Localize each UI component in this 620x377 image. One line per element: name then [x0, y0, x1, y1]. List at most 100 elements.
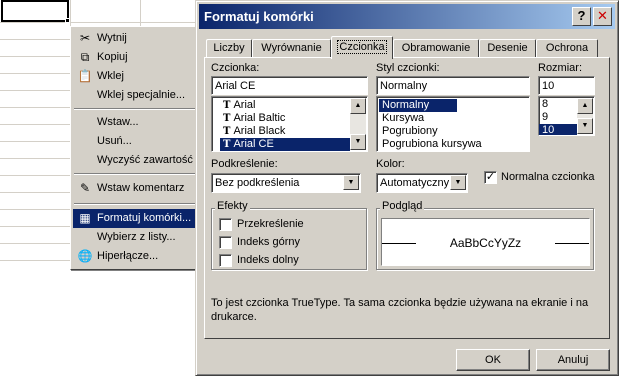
dialog-title: Formatuj komórki [204, 9, 314, 24]
list-item-selected[interactable]: Normalny [379, 99, 457, 112]
tab-label: Liczby [213, 42, 245, 54]
active-cell[interactable] [1, 0, 69, 22]
tab-label: Czcionka [337, 40, 387, 54]
grid-line [0, 22, 200, 23]
tab-font[interactable]: Czcionka [331, 36, 393, 59]
menu-item-format-cells[interactable]: ▦ Formatuj komórki... [73, 209, 197, 228]
list-item[interactable]: Pogrubiony [379, 125, 529, 138]
font-tab-panel: Czcionka: Arial CE T Arial T Arial Baltic … [204, 57, 610, 339]
list-item[interactable]: Pogrubiona kursywa [379, 138, 529, 151]
size-list[interactable]: 8 9 10 ▲ ▼ [538, 96, 595, 136]
truetype-icon: T [223, 113, 231, 124]
subscript-checkbox[interactable] [219, 254, 232, 267]
tab-patterns[interactable]: Desenie [479, 39, 536, 58]
color-value: Automatyczny [380, 177, 450, 189]
style-list[interactable]: Normalny Kursywa Pogrubiony Pogrubiona k… [376, 96, 530, 152]
chevron-down-icon[interactable]: ▼ [450, 175, 466, 190]
menu-item-label: Formatuj komórki... [97, 212, 192, 224]
normal-font-checkbox[interactable]: ✓ [484, 171, 497, 184]
size-label: Rozmiar: [538, 62, 583, 74]
format-cells-icon: ▦ [79, 211, 91, 225]
menu-item-hyperlink[interactable]: 🌐 Hiperłącze... [73, 247, 197, 266]
truetype-info: To jest czcionka TrueType. Ta sama czcio… [211, 297, 589, 323]
tab-alignment[interactable]: Wyrównanie [252, 39, 331, 58]
underline-label: Podkreślenie: [211, 158, 278, 170]
scroll-up-icon[interactable]: ▲ [577, 98, 593, 114]
close-button[interactable]: ✕ [593, 7, 612, 26]
font-list-scrollbar[interactable]: ▲ ▼ [350, 98, 366, 150]
context-menu: ✂ Wytnij ⧉ Kopiuj 📋 Wklej Wklej specjaln… [70, 26, 198, 270]
menu-item-label: Wklej [97, 70, 124, 82]
tab-strip: Liczby Wyrównanie Czcionka Obramowanie D… [206, 36, 606, 59]
list-item[interactable]: T Arial Baltic [220, 112, 367, 125]
chevron-down-icon[interactable]: ▼ [343, 175, 359, 190]
menu-item-insert[interactable]: Wstaw... [73, 113, 197, 132]
truetype-icon: T [223, 100, 231, 111]
scroll-up-icon[interactable]: ▲ [350, 98, 366, 114]
menu-item-label: Hiperłącze... [97, 250, 159, 262]
preview-sample: AaBbCcYyZz [449, 236, 522, 250]
style-label: Styl czcionki: [376, 62, 440, 74]
menu-item-clear-contents[interactable]: Wyczyść zawartość [73, 151, 197, 170]
superscript-label: Indeks górny [237, 236, 300, 248]
underline-value: Bez podkreślenia [215, 177, 300, 189]
copy-icon: ⧉ [80, 50, 90, 64]
list-item-label: Arial Black [233, 125, 286, 137]
menu-item-label: Wybierz z listy... [97, 231, 176, 243]
font-input[interactable]: Arial CE [211, 76, 368, 95]
menu-item-delete[interactable]: Usuń... [73, 132, 197, 151]
scroll-down-icon[interactable]: ▼ [577, 118, 593, 134]
list-item-label: Arial CE [233, 138, 274, 150]
ok-button[interactable]: OK [456, 349, 530, 371]
tab-numbers[interactable]: Liczby [206, 39, 252, 58]
subscript-label: Indeks dolny [237, 254, 299, 266]
format-cells-dialog: Formatuj komórki ? ✕ Liczby Wyrównanie C… [195, 0, 619, 376]
preview-title: Podgląd [380, 200, 425, 212]
strikethrough-checkbox[interactable] [219, 218, 232, 231]
tab-protection[interactable]: Ochrona [536, 39, 598, 58]
underline-select[interactable]: Bez podkreślenia ▼ [211, 173, 361, 193]
list-item-selected[interactable]: 10 [539, 124, 577, 135]
menu-item-label: Wytnij [97, 32, 127, 44]
font-label: Czcionka: [211, 62, 260, 74]
list-item[interactable]: T Arial Black [220, 125, 367, 138]
color-select[interactable]: Automatyczny ▼ [376, 173, 468, 193]
fill-handle[interactable] [65, 18, 70, 23]
tab-border[interactable]: Obramowanie [393, 39, 479, 58]
font-list[interactable]: T Arial T Arial Baltic T Arial Black T Arial… [211, 96, 368, 152]
truetype-icon: T [223, 139, 231, 150]
hyperlink-icon: 🌐 [77, 249, 93, 263]
tab-label: Wyrównanie [261, 42, 322, 54]
menu-item-copy[interactable]: ⧉ Kopiuj [73, 48, 197, 67]
cancel-button[interactable]: Anuluj [536, 349, 610, 371]
comment-icon: ✎ [79, 181, 91, 195]
menu-item-pick-from-list[interactable]: Wybierz z listy... [73, 228, 197, 247]
preview-box: AaBbCcYyZz [381, 218, 590, 266]
list-item[interactable]: T Arial [220, 99, 367, 112]
list-item-label: Arial [233, 99, 256, 111]
menu-item-label: Usuń... [97, 135, 132, 147]
menu-item-label: Wstaw... [97, 116, 139, 128]
list-item-selected[interactable]: T Arial CE [220, 138, 350, 151]
scroll-down-icon[interactable]: ▼ [350, 134, 366, 150]
menu-item-paste-special[interactable]: Wklej specjalnie... [73, 86, 197, 105]
list-item[interactable]: Kursywa [379, 112, 529, 125]
color-label: Kolor: [376, 158, 405, 170]
help-button[interactable]: ? [572, 7, 591, 26]
truetype-icon: T [223, 126, 231, 137]
tab-label: Ochrona [545, 42, 589, 54]
superscript-checkbox[interactable] [219, 236, 232, 249]
menu-item-label: Wstaw komentarz [97, 182, 185, 194]
dialog-titlebar[interactable]: Formatuj komórki ? ✕ [199, 4, 615, 29]
size-list-scrollbar[interactable]: ▲ ▼ [577, 98, 593, 134]
menu-item-label: Wklej specjalnie... [97, 89, 186, 101]
menu-item-label: Wyczyść zawartość [97, 154, 193, 166]
menu-item-paste[interactable]: 📋 Wklej [73, 67, 197, 86]
tab-label: Desenie [487, 42, 528, 54]
size-input[interactable]: 10 [538, 76, 595, 95]
menu-item-insert-comment[interactable]: ✎ Wstaw komentarz [73, 179, 197, 198]
menu-item-cut[interactable]: ✂ Wytnij [73, 29, 197, 48]
paste-icon: 📋 [77, 69, 93, 83]
menu-item-label: Kopiuj [97, 51, 128, 63]
style-input[interactable]: Normalny [376, 76, 530, 95]
